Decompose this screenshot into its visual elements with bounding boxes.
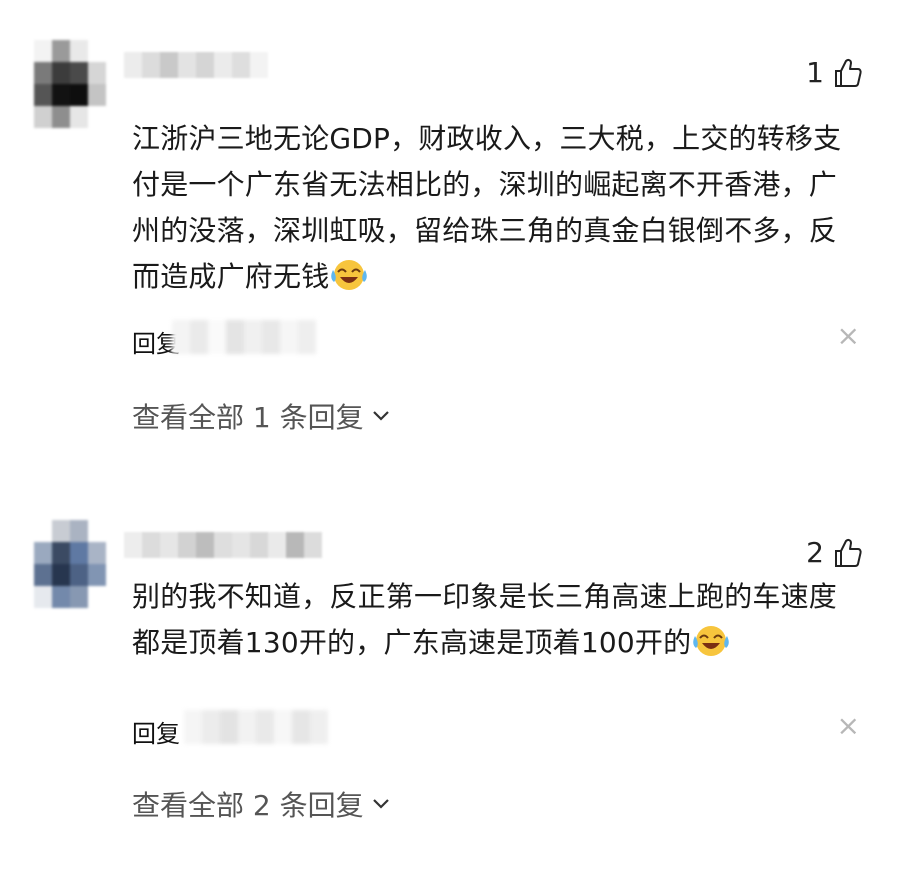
comment-text: 江浙沪三地无论GDP，财政收入，三大税，上交的转移支付是一个广东省无法相比的，深… [132,122,842,293]
reply-row[interactable]: 回复 × [132,320,862,358]
username-blurred[interactable] [124,532,322,558]
thumbs-up-icon[interactable] [834,538,862,568]
like-count-value: 2 [806,536,824,569]
reply-target-blurred [184,710,328,744]
comment-text: 别的我不知道，反正第一印象是长三角高速上跑的车速度都是顶着130开的，广东高速是… [132,580,838,659]
laughing-crying-emoji-icon [329,258,369,292]
reply-label[interactable]: 回复 [132,714,180,749]
close-icon[interactable]: × [837,322,860,350]
avatar[interactable] [34,40,106,128]
view-all-replies-label: 查看全部 2 条回复 [132,789,364,822]
avatar[interactable] [34,520,106,608]
chevron-down-icon [372,411,389,421]
chevron-down-icon [372,799,389,809]
view-all-replies-button[interactable]: 查看全部 1 条回复 [132,396,390,436]
like-count[interactable]: 1 [806,56,862,89]
username-blurred[interactable] [124,52,268,78]
close-icon[interactable]: × [837,712,860,740]
reply-row[interactable]: 回复 × [132,710,862,749]
view-all-replies-button[interactable]: 查看全部 2 条回复 [132,784,390,824]
laughing-crying-emoji-icon [691,624,731,658]
like-count-value: 1 [806,56,824,89]
like-count[interactable]: 2 [806,536,862,569]
view-all-replies-label: 查看全部 1 条回复 [132,401,364,434]
thumbs-up-icon[interactable] [834,58,862,88]
reply-target-blurred [172,320,316,354]
